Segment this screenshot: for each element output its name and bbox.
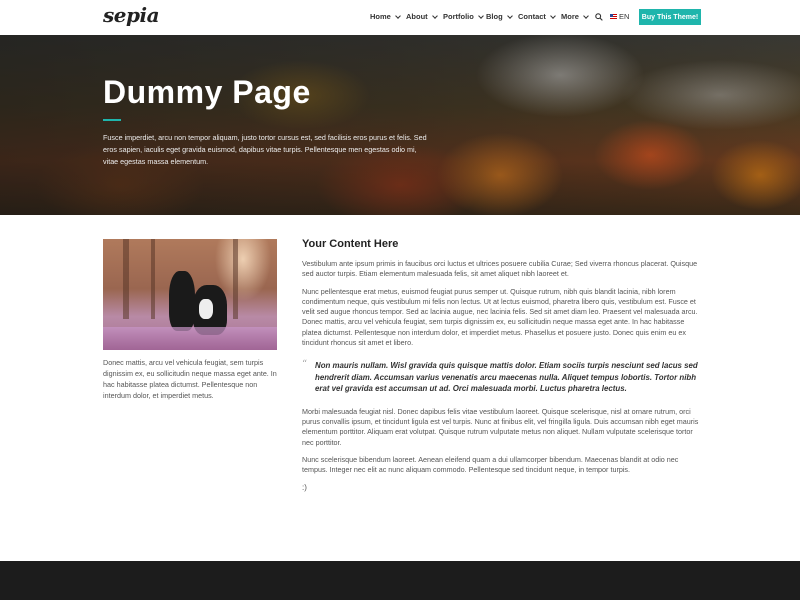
nav-about-label: About xyxy=(406,12,428,21)
quote-mark-icon: “ xyxy=(302,359,308,371)
page-title: Dummy Page xyxy=(103,74,311,110)
nav-portfolio[interactable]: Portfolio xyxy=(443,12,484,21)
quote-text: Non mauris nullam. Wisl gravida quis qui… xyxy=(315,361,698,394)
content-paragraph: Nunc scelerisque bibendum laoreet. Aenea… xyxy=(302,455,679,475)
blockquote: “ Non mauris nullam. Wisl gravida quis q… xyxy=(302,359,700,395)
nav-more-label: More xyxy=(561,12,579,21)
language-label: EN xyxy=(619,12,630,21)
content-heading: Your Content Here xyxy=(302,238,399,250)
photo-tree-trunk xyxy=(123,239,129,319)
photo-caption: Donec mattis, arcu vel vehicula feugiat,… xyxy=(103,358,277,400)
buy-theme-button[interactable]: Buy This Theme! xyxy=(639,9,701,25)
site-logo[interactable]: sepia xyxy=(103,3,160,27)
chevron-down-icon xyxy=(395,12,401,19)
chevron-down-icon xyxy=(550,12,556,19)
main-content: Your Content Here Vestibulum ante ipsum … xyxy=(302,238,700,492)
hero-overlay xyxy=(0,35,800,215)
content-paragraph: Morbi malesuada feugiat nisl. Donec dapi… xyxy=(302,406,699,447)
us-flag-icon xyxy=(610,14,617,19)
nav-home[interactable]: Home xyxy=(370,12,401,21)
nav-blog-label: Blog xyxy=(486,12,503,21)
language-selector[interactable]: EN xyxy=(610,12,629,21)
nav-contact[interactable]: Contact xyxy=(518,12,556,21)
photo-tree-trunk xyxy=(233,239,238,319)
photo-tree-trunk xyxy=(151,239,155,319)
hero-banner: Dummy Page Fusce imperdiet, arcu non tem… xyxy=(0,35,800,215)
photo-dog-chest xyxy=(199,299,213,319)
chevron-down-icon xyxy=(583,12,589,19)
nav-contact-label: Contact xyxy=(518,12,546,21)
nav-portfolio-label: Portfolio xyxy=(443,12,474,21)
site-header: sepia Home About Portfolio Blog Contact … xyxy=(0,0,800,35)
title-underline xyxy=(103,119,121,121)
photo-dog-left xyxy=(169,271,195,331)
photo-heather-field xyxy=(103,327,277,350)
nav-more[interactable]: More xyxy=(561,12,589,21)
chevron-down-icon xyxy=(477,12,484,19)
site-footer xyxy=(0,561,800,600)
nav-home-label: Home xyxy=(370,12,391,21)
dogs-photo[interactable] xyxy=(103,239,277,350)
content-paragraph: Nunc pellentesque erat metus, euismod fe… xyxy=(302,286,698,348)
chevron-down-icon xyxy=(431,12,438,19)
nav-blog[interactable]: Blog xyxy=(486,12,513,21)
chevron-down-icon xyxy=(506,12,513,19)
nav-about[interactable]: About xyxy=(406,12,438,21)
content-paragraph: Vestibulum ante ipsum primis in faucibus… xyxy=(302,259,698,279)
hero-description: Fusce imperdiet, arcu non tempor aliquam… xyxy=(103,133,427,166)
search-icon[interactable] xyxy=(595,13,603,21)
closing-text: :) xyxy=(302,482,307,492)
